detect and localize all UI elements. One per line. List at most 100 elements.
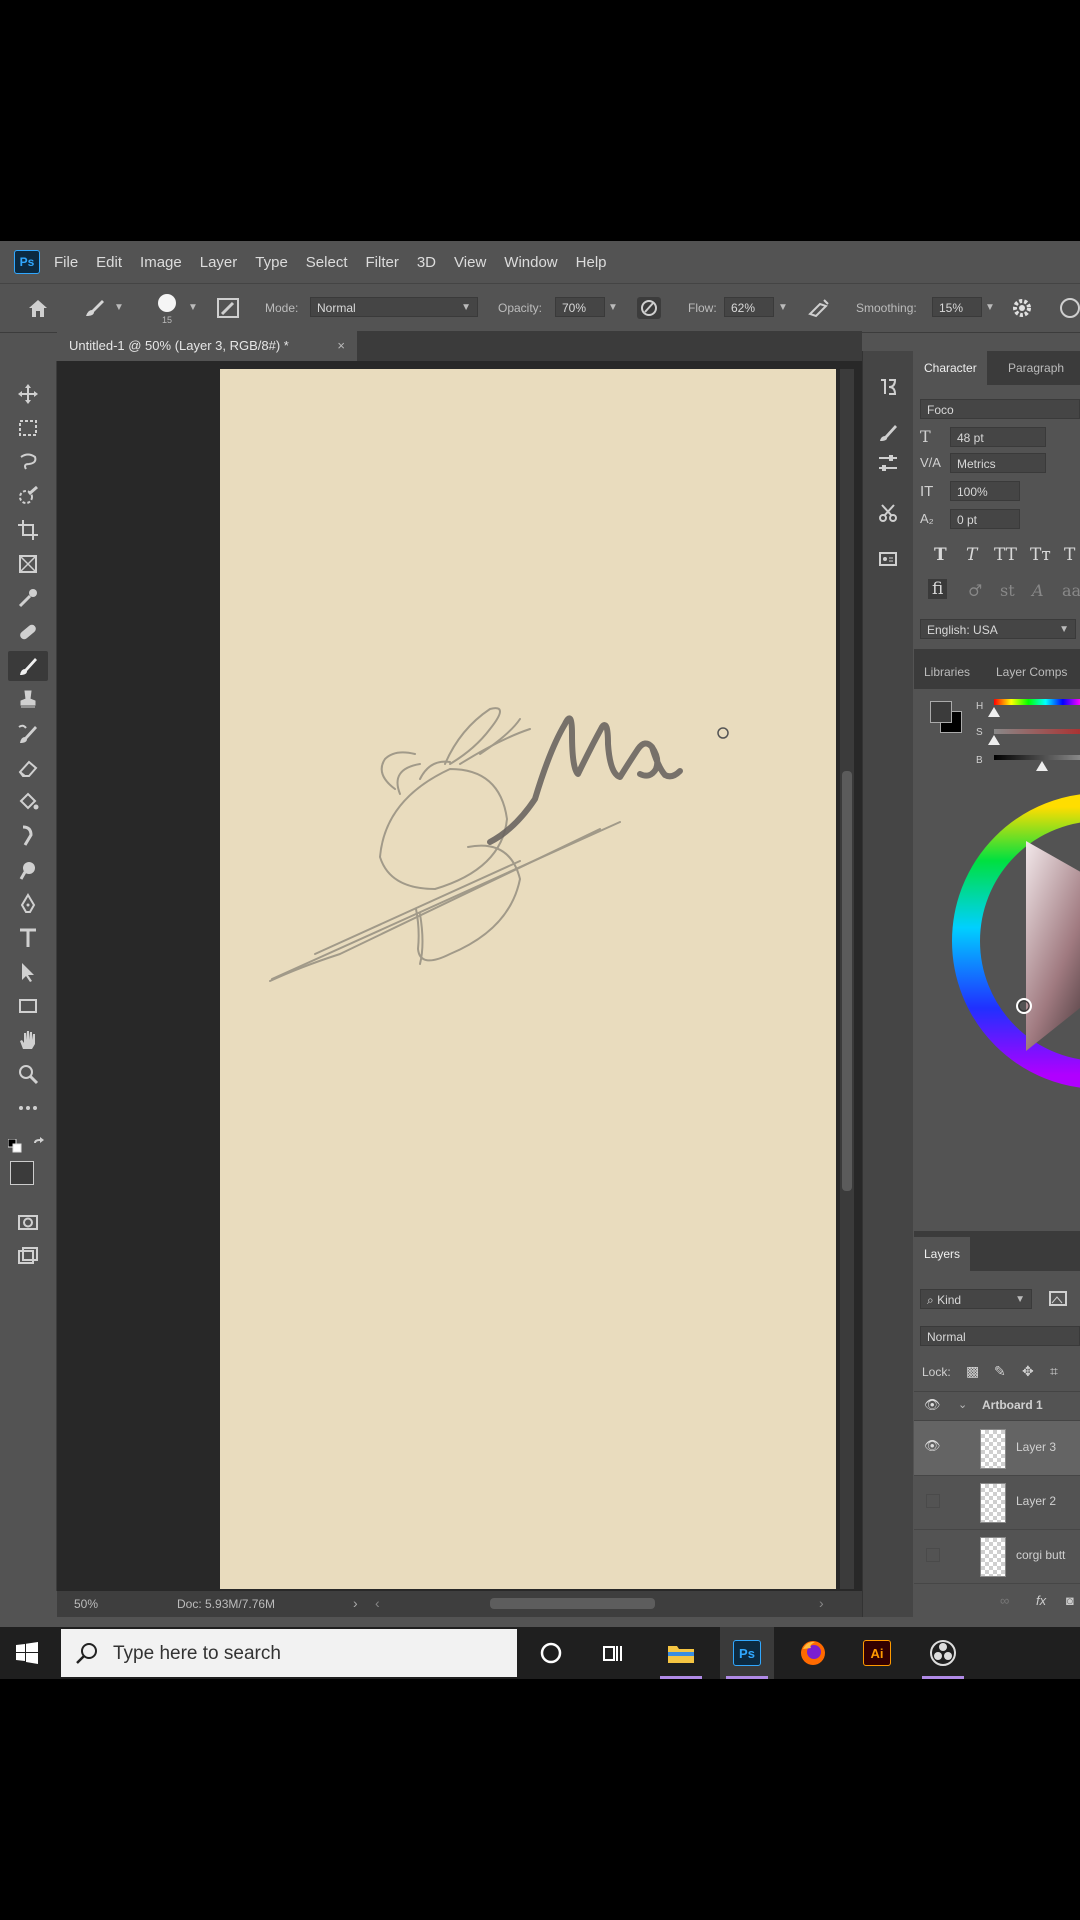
frame-tool-icon[interactable] (8, 549, 48, 579)
clone-stamp-tool-icon[interactable] (8, 685, 48, 715)
brightness-slider-handle[interactable] (1036, 761, 1048, 771)
status-menu-arrow-icon[interactable]: › (353, 1595, 358, 1611)
layer-row-layer-3[interactable]: 👁 Layer 3 (914, 1421, 1080, 1476)
visibility-toggle-off[interactable] (926, 1548, 940, 1562)
mode-dropdown[interactable]: Normal ▼ (310, 297, 478, 317)
lock-transparent-icon[interactable]: ▩ (966, 1363, 979, 1380)
photoshop-logo[interactable]: Ps (14, 250, 40, 274)
menu-3d[interactable]: 3D (417, 254, 436, 271)
menu-select[interactable]: Select (306, 254, 348, 271)
font-family-dropdown[interactable]: Foco (920, 399, 1080, 419)
swash-icon[interactable]: st (1000, 581, 1015, 600)
quick-mask-icon[interactable] (8, 1207, 48, 1237)
menu-filter[interactable]: Filter (366, 254, 399, 271)
smudge-tool-icon[interactable] (8, 821, 48, 851)
screen-mode-icon[interactable] (8, 1241, 48, 1271)
opacity-field[interactable]: 70% (555, 297, 605, 317)
tool-presets-panel-icon[interactable] (876, 501, 900, 525)
tab-layer-comps[interactable]: Layer Comps (986, 655, 1077, 689)
crop-tool-icon[interactable] (8, 515, 48, 545)
swap-colors-icon[interactable] (32, 1137, 48, 1153)
titling-icon[interactable]: aa (1062, 581, 1080, 600)
eyedropper-tool-icon[interactable] (8, 583, 48, 613)
artboard-canvas[interactable] (220, 369, 836, 1589)
vertical-scale-field[interactable]: 100% (950, 481, 1020, 501)
chevron-down-icon[interactable]: ▼ (608, 302, 618, 313)
saturation-slider[interactable] (994, 729, 1080, 734)
pressure-size-icon[interactable] (1056, 296, 1080, 320)
language-dropdown[interactable]: English: USA ▼ (920, 619, 1076, 639)
visibility-eye-icon[interactable]: 👁 (924, 1397, 941, 1413)
lasso-tool-icon[interactable] (8, 447, 48, 477)
type-tool-icon[interactable] (8, 923, 48, 953)
lock-position-icon[interactable]: ✥ (1022, 1363, 1034, 1380)
tab-libraries[interactable]: Libraries (914, 655, 980, 689)
tab-paragraph[interactable]: Paragraph (998, 351, 1074, 385)
more-tools-icon[interactable] (8, 1093, 48, 1123)
tab-character[interactable]: Character (914, 351, 987, 385)
chevron-down-icon[interactable]: ▼ (778, 302, 788, 313)
smoothing-field[interactable]: 15% (932, 297, 982, 317)
font-size-field[interactable]: 48 pt (950, 427, 1046, 447)
fx-icon[interactable]: fx (1036, 1593, 1046, 1608)
flow-field[interactable]: 62% (724, 297, 774, 317)
obs-icon[interactable] (916, 1627, 970, 1679)
dodge-tool-icon[interactable] (8, 855, 48, 885)
visibility-toggle-off[interactable] (926, 1494, 940, 1508)
tab-layers[interactable]: Layers (914, 1237, 971, 1271)
link-layers-icon[interactable]: ∞ (1000, 1593, 1009, 1608)
path-selection-tool-icon[interactable] (8, 957, 48, 987)
faux-italic-icon[interactable]: T (966, 545, 977, 565)
visibility-eye-icon[interactable]: 👁 (924, 1438, 941, 1454)
scroll-right-arrow-icon[interactable]: › (819, 1595, 824, 1611)
layer-mask-icon[interactable]: ◙ (1066, 1593, 1074, 1608)
task-view-icon[interactable] (586, 1627, 640, 1679)
ligatures-icon[interactable]: fi (928, 579, 948, 599)
airbrush-icon[interactable] (806, 296, 832, 320)
saturation-slider-handle[interactable] (988, 735, 1000, 745)
layer-row-corgi-butt[interactable]: corgi butt (914, 1529, 1080, 1584)
hue-slider-handle[interactable] (988, 707, 1000, 717)
brush-settings-panel-icon[interactable] (876, 421, 900, 445)
artboard-group-row[interactable]: 👁 ⌄ Artboard 1 (914, 1391, 1080, 1421)
foreground-color-swatch[interactable] (10, 1161, 34, 1185)
chevron-down-icon[interactable]: ▼ (188, 302, 198, 313)
lock-pixels-icon[interactable]: ✎ (994, 1363, 1006, 1380)
menu-edit[interactable]: Edit (96, 254, 122, 271)
taskbar-search-box[interactable]: Type here to search (61, 1629, 517, 1677)
eraser-tool-icon[interactable] (8, 753, 48, 783)
brush-settings-icon[interactable] (216, 297, 240, 319)
scroll-left-arrow-icon[interactable]: ‹ (375, 1595, 380, 1611)
history-panel-icon[interactable] (876, 375, 900, 399)
brush-tip-icon[interactable] (158, 294, 176, 312)
windows-start-icon[interactable] (16, 1642, 38, 1664)
menu-help[interactable]: Help (576, 254, 607, 271)
hand-tool-icon[interactable] (8, 1025, 48, 1055)
default-colors-icon[interactable] (7, 1138, 22, 1153)
adjustments-panel-icon[interactable] (876, 451, 900, 475)
zoom-tool-icon[interactable] (8, 1059, 48, 1089)
brush-tool-preset-icon[interactable] (82, 296, 108, 320)
lock-artboard-icon[interactable]: ⌗ (1050, 1363, 1058, 1380)
marquee-tool-icon[interactable] (8, 413, 48, 443)
pressure-opacity-icon[interactable] (636, 296, 662, 320)
illustrator-icon[interactable]: Ai (850, 1627, 904, 1679)
menu-type[interactable]: Type (255, 254, 288, 271)
cortana-icon[interactable] (524, 1627, 578, 1679)
document-tab[interactable]: Untitled-1 @ 50% (Layer 3, RGB/8#) * × (57, 331, 357, 361)
all-caps-icon[interactable]: TT (994, 545, 1017, 565)
device-preview-panel-icon[interactable] (876, 547, 900, 571)
menu-layer[interactable]: Layer (200, 254, 238, 271)
chevron-down-icon[interactable]: ⌄ (958, 1398, 967, 1411)
photoshop-taskbar-icon[interactable]: Ps (720, 1627, 774, 1679)
history-brush-tool-icon[interactable] (8, 719, 48, 749)
vertical-scroll-thumb[interactable] (842, 771, 852, 1191)
small-caps-icon[interactable]: Tт (1030, 545, 1051, 565)
quick-selection-tool-icon[interactable] (8, 481, 48, 511)
paint-bucket-tool-icon[interactable] (8, 787, 48, 817)
zoom-level[interactable]: 50% (74, 1597, 98, 1611)
baseline-shift-field[interactable]: 0 pt (950, 509, 1020, 529)
menu-view[interactable]: View (454, 254, 486, 271)
panel-foreground-swatch[interactable] (930, 701, 952, 723)
image-filter-icon[interactable] (1048, 1289, 1070, 1309)
